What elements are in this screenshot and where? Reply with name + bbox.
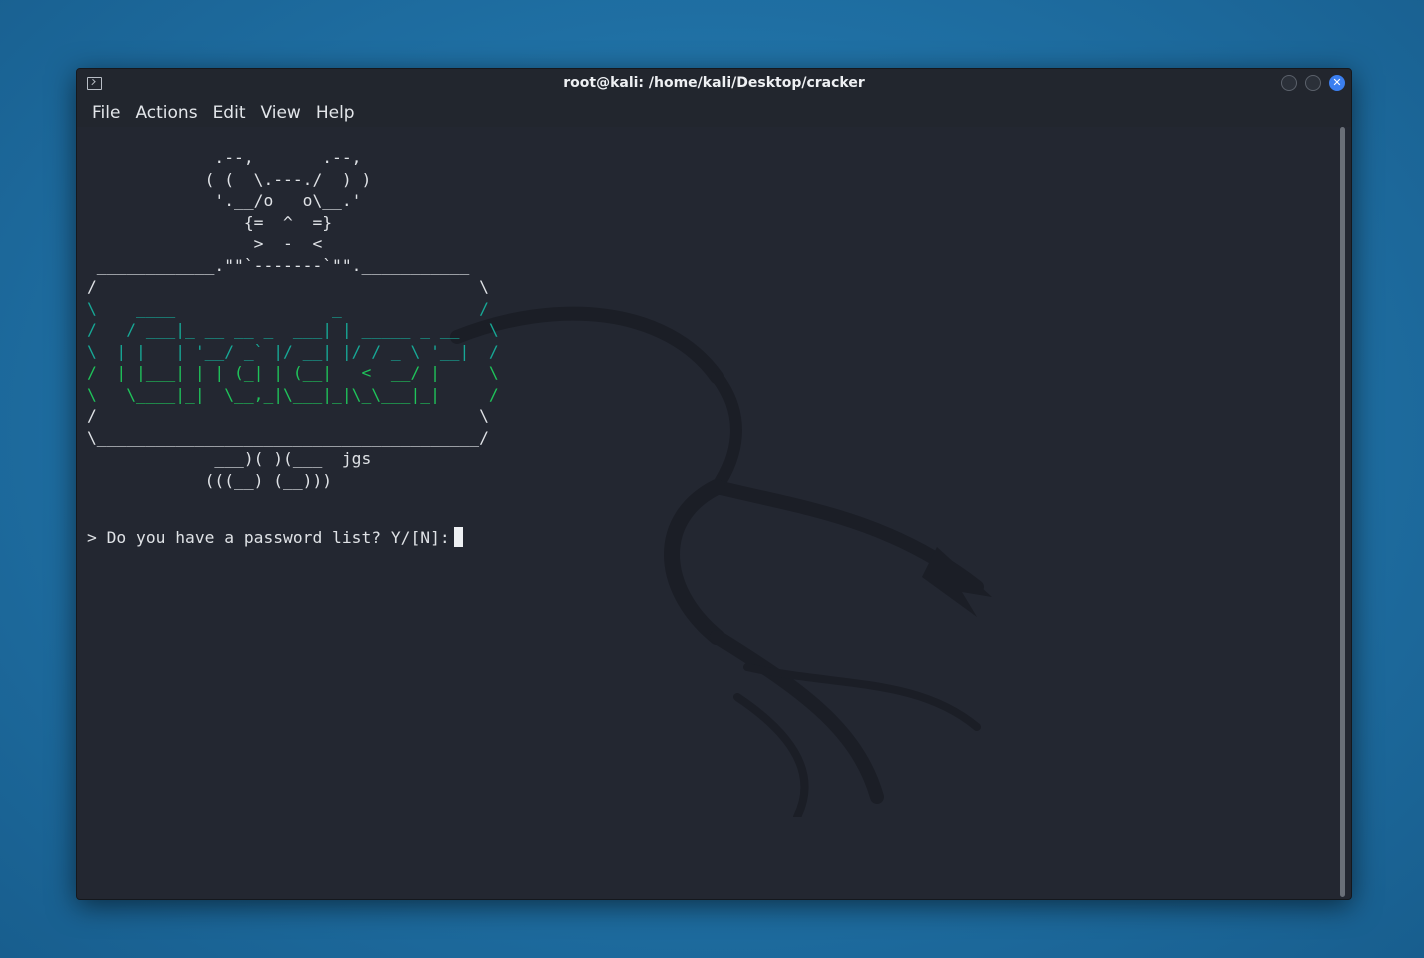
menu-help[interactable]: Help bbox=[309, 103, 362, 123]
banner-line: ( ( \.---./ ) ) bbox=[87, 169, 372, 189]
window-title: root@kali: /home/kali/Desktop/cracker bbox=[563, 75, 865, 91]
kali-dragon-watermark-icon bbox=[450, 306, 992, 817]
banner-line: .--, .--, bbox=[87, 148, 362, 167]
banner-logo-line: \ \____|_| \__,_|\___|_|\_\___|_| / bbox=[87, 384, 499, 404]
titlebar[interactable]: root@kali: /home/kali/Desktop/cracker ✕ bbox=[77, 69, 1351, 99]
menu-actions[interactable]: Actions bbox=[128, 103, 204, 123]
banner-line: '.__/o o\__.' bbox=[87, 191, 362, 210]
ascii-banner: .--, .--, ( ( \.---./ ) ) '.__/o o\__.' … bbox=[87, 147, 499, 491]
text-cursor bbox=[453, 527, 463, 547]
close-icon[interactable]: ✕ bbox=[1329, 75, 1345, 91]
banner-line: \_______________________________________… bbox=[87, 427, 489, 447]
banner-line: > - < bbox=[87, 234, 323, 253]
prompt-line[interactable]: > Do you have a password list? Y/[N]: bbox=[87, 527, 463, 547]
menubar: File Actions Edit View Help bbox=[77, 99, 1351, 127]
menu-edit[interactable]: Edit bbox=[206, 103, 253, 123]
terminal-area[interactable]: .--, .--, ( ( \.---./ ) ) '.__/o o\__.' … bbox=[77, 127, 1351, 899]
banner-line: / \ bbox=[87, 406, 489, 425]
minimize-icon[interactable] bbox=[1281, 75, 1297, 91]
terminal-window: root@kali: /home/kali/Desktop/cracker ✕ … bbox=[76, 68, 1352, 900]
menu-file[interactable]: File bbox=[85, 103, 127, 123]
banner-logo-line: / / ___|_ __ __ _ ___| | _____ _ __ \ bbox=[87, 320, 499, 339]
banner-line: {= ^ =} bbox=[87, 212, 333, 232]
banner-logo-line: \ ____ _ / bbox=[87, 298, 489, 318]
banner-line: / \ bbox=[87, 277, 489, 296]
scrollbar[interactable] bbox=[1340, 127, 1345, 897]
maximize-icon[interactable] bbox=[1305, 75, 1321, 91]
banner-line: ____________.""`-------`"".___________ bbox=[87, 255, 470, 275]
prompt-text: > Do you have a password list? Y/[N]: bbox=[87, 528, 450, 547]
banner-logo-line: \ | | | '__/ _` |/ __| |/ / _ \ '__| / bbox=[87, 341, 499, 361]
menu-view[interactable]: View bbox=[253, 103, 307, 123]
banner-line: ___)( )(___ jgs bbox=[87, 449, 372, 468]
banner-logo-line: / | |___| | | (_| | (__| < __/ | \ bbox=[87, 363, 499, 382]
banner-line: (((__) (__))) bbox=[87, 470, 333, 490]
